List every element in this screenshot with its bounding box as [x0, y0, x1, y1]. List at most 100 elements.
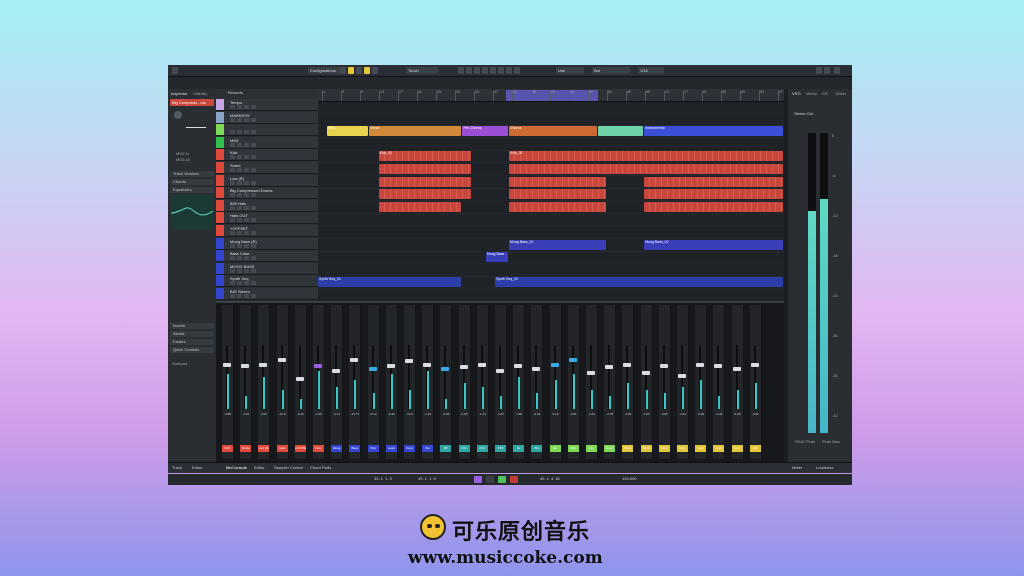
- fader-cap[interactable]: [368, 366, 377, 371]
- solo-button[interactable]: [237, 193, 242, 198]
- track-row[interactable]: +OFFSET: [216, 225, 318, 237]
- solo-button[interactable]: [237, 130, 242, 135]
- mute-button[interactable]: [230, 243, 235, 248]
- play-button[interactable]: [498, 476, 506, 483]
- mute-tool[interactable]: [506, 67, 512, 74]
- track-row[interactable]: MIDI: [216, 136, 318, 149]
- event-clip[interactable]: [644, 189, 783, 200]
- fader-cap[interactable]: [659, 364, 668, 369]
- fader-cap[interactable]: [332, 369, 341, 374]
- fader-cap[interactable]: [550, 362, 559, 367]
- track-tab[interactable]: Track: [172, 465, 182, 470]
- mute-toggle[interactable]: [340, 67, 346, 74]
- section-faders[interactable]: Faders: [170, 339, 214, 345]
- solo-button[interactable]: [237, 205, 242, 210]
- channel-name[interactable]: Grp2: [695, 445, 707, 452]
- window-layout-button[interactable]: [816, 67, 822, 74]
- track-row[interactable]: Bass Coke: [216, 250, 318, 263]
- channel-strip[interactable]: -3.05 Bus4: [658, 305, 671, 459]
- solo-button[interactable]: [237, 180, 242, 185]
- cr-tab[interactable]: CR: [822, 91, 828, 96]
- meter-bottom-tab[interactable]: Meter: [792, 465, 802, 470]
- channel-strip[interactable]: -12.5 Keys: [404, 305, 416, 459]
- fader-cap[interactable]: [623, 362, 632, 367]
- record-button[interactable]: [510, 476, 518, 483]
- record-arm-button[interactable]: [244, 268, 249, 273]
- channel-name[interactable]: +OFFSET: [294, 445, 306, 452]
- channel-strip[interactable]: -1.64 Dly: [586, 305, 598, 459]
- track-row[interactable]: BIG Stereo: [216, 288, 318, 300]
- channel-strip[interactable]: -6.05 Grp4: [731, 305, 744, 459]
- event-clip[interactable]: Synth Seq_01: [318, 277, 462, 288]
- tempo-display[interactable]: 124.000: [622, 476, 636, 481]
- vsti-tab[interactable]: VSTi: [792, 91, 801, 96]
- quantize-dropdown[interactable]: 1/16: [638, 67, 664, 74]
- event-clip[interactable]: Kick_01: [378, 151, 471, 162]
- record-arm-button[interactable]: [244, 294, 249, 298]
- monitor-button[interactable]: [251, 155, 256, 160]
- monitor-button[interactable]: [251, 180, 256, 185]
- fader-cap[interactable]: [532, 366, 541, 371]
- fader-cap[interactable]: [678, 373, 686, 378]
- fader-cap[interactable]: [295, 377, 304, 381]
- solo-button[interactable]: [237, 256, 242, 261]
- arrange-view[interactable]: 1 5 9 13 17 21 25 29 33 37 41 45 49 53 57 61 65 69 73 77 81 8…: [318, 89, 784, 301]
- channel-strip[interactable]: -4.82 Bus2: [622, 305, 635, 459]
- section-track-versions[interactable]: Track Versions: [170, 171, 214, 177]
- mute-button[interactable]: [230, 168, 235, 172]
- record-arm-button[interactable]: [244, 155, 249, 160]
- fader-cap[interactable]: [223, 362, 231, 367]
- monitor-button[interactable]: [251, 256, 256, 261]
- channel-name[interactable]: Bus3: [640, 445, 652, 452]
- window-layout-button-2[interactable]: [824, 67, 830, 74]
- channel-name[interactable]: FX2: [476, 445, 488, 452]
- visibility-tab[interactable]: Visibility: [193, 91, 207, 96]
- draw-tool[interactable]: [514, 67, 520, 74]
- channel-strip[interactable]: -1.14 FX2: [476, 305, 489, 459]
- channel-strip[interactable]: -1.82 Bus3: [640, 305, 653, 459]
- solo-button[interactable]: [237, 105, 242, 109]
- event-clip[interactable]: Moog Bass_02: [644, 239, 783, 250]
- channel-name[interactable]: Grp1: [677, 445, 688, 452]
- solo-button[interactable]: [237, 218, 242, 223]
- channel-name[interactable]: Low (R): [258, 445, 270, 452]
- channel-strip[interactable]: -1.80 Str: [513, 305, 526, 459]
- channel-name[interactable]: Brs: [531, 445, 543, 452]
- mute-button[interactable]: [230, 142, 235, 147]
- read-automation-toggle[interactable]: [364, 67, 370, 74]
- event-clip[interactable]: [378, 201, 462, 212]
- editor-tab[interactable]: Editor: [192, 465, 202, 470]
- event-clip[interactable]: Chorus: [509, 126, 597, 137]
- channel-strip[interactable]: 0.00 Low (R): [258, 305, 271, 459]
- track-row[interactable]: Big Compressed Drums: [216, 187, 318, 200]
- event-clip[interactable]: Intro: [327, 126, 369, 137]
- channel-strip[interactable]: -14.77 Bass: [349, 305, 362, 459]
- event-clip[interactable]: Moog Bass: [485, 252, 509, 263]
- volume-knob[interactable]: [174, 111, 182, 119]
- monitor-button[interactable]: [251, 205, 256, 210]
- channel-strip[interactable]: -3.12 Gtr: [549, 305, 562, 459]
- fader-cap[interactable]: [496, 369, 504, 374]
- track-row[interactable]: Synth Seq: [216, 275, 318, 288]
- channel-strip[interactable]: -0.05 BV: [440, 305, 453, 459]
- fader-cap[interactable]: [750, 362, 759, 367]
- mute-button[interactable]: [230, 205, 235, 210]
- event-clip[interactable]: [378, 164, 471, 174]
- event-clip[interactable]: Pre-Chorus: [462, 126, 509, 137]
- track-lane[interactable]: [318, 227, 784, 239]
- automation-mode-dropdown[interactable]: Touch: [406, 67, 438, 74]
- monitor-button[interactable]: [251, 243, 256, 248]
- solo-button[interactable]: [237, 231, 242, 235]
- fader-cap[interactable]: [714, 364, 723, 369]
- track-lane[interactable]: [318, 265, 784, 277]
- fader-cap[interactable]: [696, 362, 705, 367]
- channel-strip[interactable]: -2.26 Grp3: [713, 305, 726, 459]
- fader-cap[interactable]: [405, 359, 413, 364]
- loudness-tab[interactable]: Loudness: [816, 465, 833, 470]
- channel-name[interactable]: Keys: [404, 445, 415, 452]
- solo-button[interactable]: [237, 117, 242, 122]
- record-arm-button[interactable]: [244, 231, 249, 235]
- track-row[interactable]: Moog Bass (R): [216, 237, 318, 250]
- track-row[interactable]: Low (R): [216, 174, 318, 187]
- record-arm-button[interactable]: [244, 180, 249, 185]
